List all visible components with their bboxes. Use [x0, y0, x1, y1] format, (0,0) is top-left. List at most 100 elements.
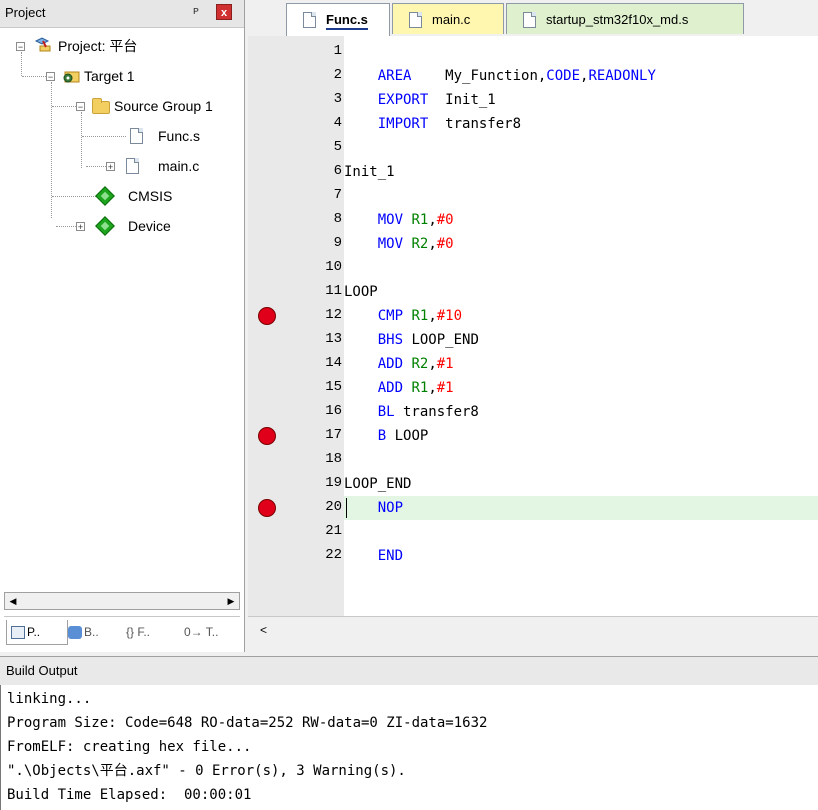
code-line[interactable]: CMP R1,#10: [344, 304, 818, 328]
build-output-line: FromELF: creating hex file...: [7, 739, 252, 755]
tree-connector: [82, 136, 126, 137]
breakpoint-icon[interactable]: [258, 499, 276, 517]
tab-func-s[interactable]: Func.s: [286, 3, 390, 36]
build-output-line: ".\Objects\平台.axf" - 0 Error(s), 3 Warni…: [7, 763, 406, 779]
code-token: END: [377, 548, 404, 564]
breakpoint-icon[interactable]: [258, 427, 276, 445]
collapse-icon[interactable]: −: [76, 102, 85, 112]
code-line[interactable]: [344, 184, 818, 208]
component-icon: [95, 186, 115, 206]
tab-project[interactable]: P..: [6, 620, 68, 645]
code-line[interactable]: [344, 448, 818, 472]
code-token: #0: [436, 212, 454, 228]
code-token: LOOP_END: [344, 476, 412, 492]
collapse-icon[interactable]: −: [46, 72, 55, 82]
line-number: 21: [325, 523, 342, 539]
pin-icon[interactable]: ᴘ︎: [193, 5, 199, 17]
text-caret: [346, 498, 347, 518]
line-number: 9: [333, 235, 342, 251]
code-token: LOOP: [386, 428, 429, 444]
code-token: MOV: [377, 236, 404, 252]
tab-main-c[interactable]: main.c: [392, 3, 504, 34]
tab-label: main.c: [432, 12, 471, 28]
tab-books[interactable]: B..: [64, 620, 124, 644]
code-line[interactable]: [344, 136, 818, 160]
code-line[interactable]: NOP: [344, 496, 818, 520]
tab-startup-file[interactable]: startup_stm32f10x_md.s: [506, 3, 744, 34]
code-line[interactable]: LOOP_END: [344, 472, 818, 496]
code-line[interactable]: ADD R1,#1: [344, 376, 818, 400]
code-line[interactable]: END: [344, 544, 818, 568]
file-icon: [409, 11, 422, 28]
code-token: ADD: [377, 356, 404, 372]
code-token: transfer8: [394, 404, 479, 420]
code-line[interactable]: B LOOP: [344, 424, 818, 448]
expand-icon[interactable]: +: [106, 162, 115, 172]
code-line[interactable]: [344, 40, 818, 64]
breakpoint-icon[interactable]: [258, 307, 276, 325]
tab-label: 0→ T..: [184, 625, 219, 639]
code-editor[interactable]: 1 2 3 4 5 6 7 8 9 10 11 12 13 14 15 16 17 18 19 20 21 22 AREA…: [248, 36, 818, 616]
editor-horizontal-scrollbar[interactable]: <: [248, 616, 818, 645]
tab-functions[interactable]: {} F..: [122, 620, 182, 644]
build-output-title: Build Output: [6, 663, 78, 678]
tree-connector: [51, 82, 52, 218]
line-number: 22: [325, 547, 342, 563]
scroll-left-icon[interactable]: <: [260, 623, 267, 637]
code-token: R1: [411, 212, 429, 228]
code-token: ,: [428, 380, 437, 396]
code-token: transfer8: [428, 116, 522, 132]
project-horizontal-scrollbar[interactable]: ◀ ▶: [4, 592, 240, 610]
code-line[interactable]: MOV R1,#0: [344, 208, 818, 232]
build-output-panel[interactable]: linking... Program Size: Code=648 RO-data…: [0, 685, 818, 810]
code-line[interactable]: AREA My_Function,CODE,READONLY: [344, 64, 818, 88]
tree-label: Project: 平台: [58, 38, 138, 54]
code-token: Init_1: [428, 92, 496, 108]
code-area[interactable]: AREA My_Function,CODE,READONLY EXPORT In…: [344, 36, 818, 616]
tab-label: startup_stm32f10x_md.s: [546, 12, 689, 28]
line-number: 16: [325, 403, 342, 419]
tab-templates[interactable]: 0→ T..: [180, 620, 242, 644]
line-number: 20: [325, 499, 342, 515]
line-number: 8: [333, 211, 342, 227]
tree-label: Device: [128, 218, 171, 234]
line-number: 13: [325, 331, 342, 347]
tree-connector: [52, 196, 96, 197]
code-token: IMPORT: [377, 116, 429, 132]
line-number: 17: [325, 427, 342, 443]
code-line[interactable]: MOV R2,#0: [344, 232, 818, 256]
code-token: ADD: [377, 380, 404, 396]
code-line[interactable]: [344, 520, 818, 544]
line-number: 19: [325, 475, 342, 491]
line-number: 6: [333, 163, 342, 179]
code-token: Init_1: [344, 164, 395, 180]
scroll-left-icon[interactable]: ◀: [5, 593, 21, 609]
collapse-icon[interactable]: −: [16, 42, 25, 52]
tree-label: Target 1: [84, 68, 135, 84]
code-line[interactable]: IMPORT transfer8: [344, 112, 818, 136]
code-token: R1: [411, 308, 429, 324]
code-line[interactable]: [344, 256, 818, 280]
tab-label: {} F..: [126, 625, 151, 639]
code-line[interactable]: Init_1: [344, 160, 818, 184]
line-number: 12: [325, 307, 342, 323]
editor-gutter[interactable]: 1 2 3 4 5 6 7 8 9 10 11 12 13 14 15 16 17 18 19 20 21 22: [248, 36, 344, 616]
code-token: My_Function,: [411, 68, 547, 84]
close-icon[interactable]: x: [216, 4, 232, 20]
code-line[interactable]: EXPORT Init_1: [344, 88, 818, 112]
code-token: LOOP_END: [403, 332, 479, 348]
code-line[interactable]: BHS LOOP_END: [344, 328, 818, 352]
build-output-header: Build Output: [0, 656, 818, 686]
code-token: ,: [428, 236, 437, 252]
tab-label: Func.s: [326, 12, 368, 31]
expand-icon[interactable]: +: [76, 222, 85, 232]
code-line[interactable]: BL transfer8: [344, 400, 818, 424]
code-line[interactable]: ADD R2,#1: [344, 352, 818, 376]
scroll-right-icon[interactable]: ▶: [223, 593, 239, 609]
code-line[interactable]: LOOP: [344, 280, 818, 304]
